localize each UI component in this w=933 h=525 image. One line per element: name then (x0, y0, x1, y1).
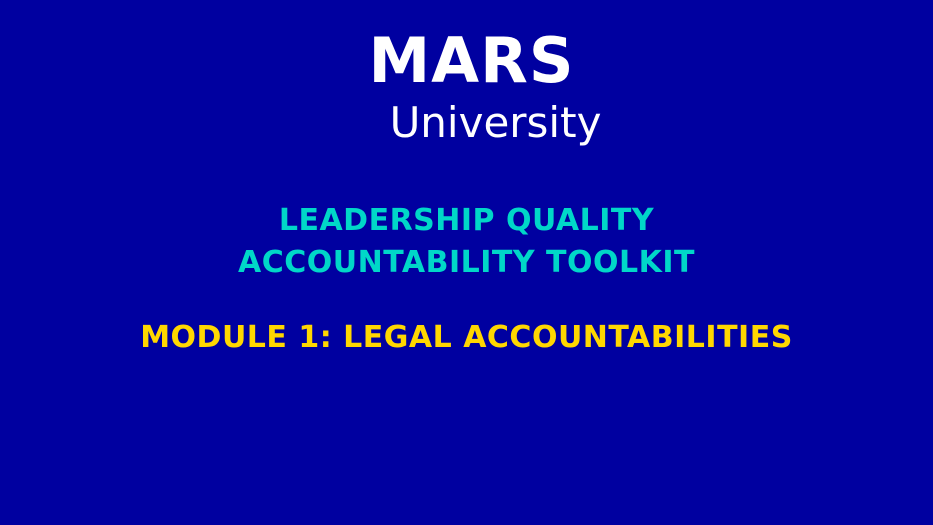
logo-brand-text: MARS (368, 24, 575, 97)
toolkit-title: LEADERSHIP QUALITY ACCOUNTABILITY TOOLKI… (0, 200, 933, 284)
title-slide: MARS University LEADERSHIP QUALITY ACCOU… (0, 0, 933, 525)
toolkit-title-line-1: LEADERSHIP QUALITY (278, 203, 655, 238)
toolkit-title-line-2: ACCOUNTABILITY TOOLKIT (238, 245, 695, 280)
logo-sub-text: University (389, 98, 602, 147)
module-heading: MODULE 1: LEGAL ACCOUNTABILITIES (140, 320, 793, 355)
mars-university-logo: MARS University (0, 24, 933, 148)
